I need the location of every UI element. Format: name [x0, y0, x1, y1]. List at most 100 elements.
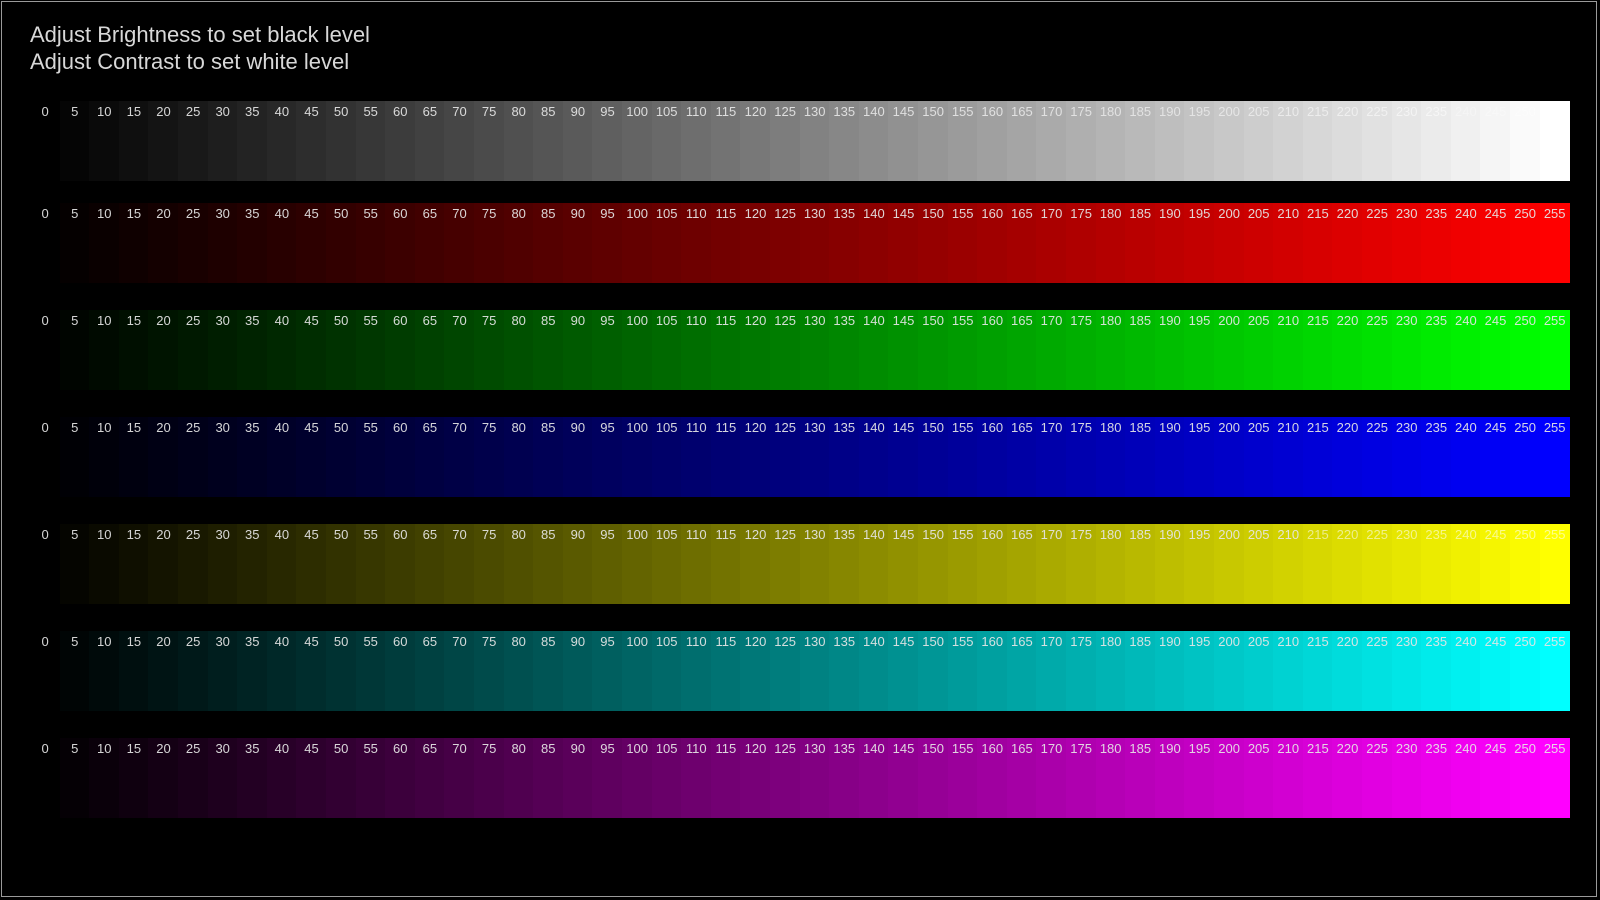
ramp-step: 195: [1184, 524, 1215, 604]
level-label: 115: [715, 527, 737, 542]
level-label: 250: [1514, 313, 1536, 328]
ramp-step: 110: [681, 417, 712, 497]
level-label: 95: [600, 313, 615, 328]
level-label: 70: [452, 313, 467, 328]
level-label: 245: [1484, 104, 1507, 119]
ramp-step: 55: [355, 203, 386, 283]
ramp-step: 45: [296, 631, 327, 711]
ramp-step: 250: [1510, 417, 1541, 497]
level-label: 130: [803, 206, 826, 221]
ramp-step: 205: [1243, 524, 1274, 604]
ramp-step: 40: [266, 738, 297, 818]
level-label: 120: [744, 104, 767, 119]
ramp-step: 40: [266, 524, 297, 604]
level-label: 0: [41, 741, 49, 756]
level-label: 80: [511, 420, 526, 435]
level-label: 145: [892, 634, 915, 649]
level-label: 30: [215, 634, 230, 649]
ramp-step: 245: [1480, 203, 1511, 283]
level-label: 100: [626, 206, 648, 221]
level-label: 90: [570, 313, 586, 328]
level-label: 135: [833, 420, 856, 435]
ramp-step: 90: [562, 738, 593, 818]
level-label: 100: [626, 527, 648, 542]
level-label: 200: [1218, 313, 1240, 328]
ramp-step: 25: [178, 417, 209, 497]
ramp-step: 150: [918, 203, 949, 283]
ramp-step: 115: [710, 631, 741, 711]
level-label: 55: [363, 313, 378, 328]
ramp-step: 120: [740, 101, 771, 181]
level-label: 90: [570, 741, 586, 756]
level-label: 35: [245, 420, 260, 435]
level-label: 125: [774, 420, 796, 435]
level-label: 230: [1395, 527, 1418, 542]
level-label: 35: [245, 206, 260, 221]
level-label: 10: [97, 206, 112, 221]
level-label: 205: [1247, 104, 1270, 119]
ramp-step: 195: [1184, 203, 1215, 283]
level-label: 110: [685, 634, 707, 649]
level-label: 45: [304, 420, 319, 435]
level-label: 150: [922, 206, 944, 221]
level-label: 155: [951, 420, 974, 435]
ramp-step: 145: [888, 101, 919, 181]
level-label: 125: [774, 206, 796, 221]
ramp-step: 130: [799, 738, 830, 818]
ramp-yellow: 0 5 10 15 20 25 30 35 40 45 50 55 60 65 70 75 80 85 90 95 10…: [30, 524, 1572, 604]
ramp-step: 230: [1391, 524, 1422, 604]
level-label: 115: [715, 634, 737, 649]
ramp-step: 175: [1066, 101, 1097, 181]
ramp-step: 80: [503, 631, 534, 711]
ramp-green: 0 5 10 15 20 25 30 35 40 45 50 55 60 65 70 75 80 85 90 95 10…: [30, 310, 1572, 390]
level-label: 55: [363, 634, 378, 649]
level-label: 90: [570, 104, 586, 119]
ramp-step: 125: [770, 417, 801, 497]
ramp-step: 90: [562, 310, 593, 390]
level-label: 205: [1247, 206, 1270, 221]
ramp-step: 185: [1125, 101, 1156, 181]
ramp-step: 100: [622, 203, 653, 283]
ramp-step: 170: [1036, 203, 1067, 283]
level-label: 220: [1336, 420, 1359, 435]
level-label: 170: [1040, 313, 1063, 328]
level-label: 255: [1543, 634, 1566, 649]
level-label: 200: [1218, 206, 1240, 221]
level-label: 115: [715, 420, 737, 435]
ramp-step: 75: [474, 524, 505, 604]
ramp-step: 80: [503, 101, 534, 181]
level-label: 0: [41, 634, 49, 649]
ramp-step: 35: [237, 524, 268, 604]
ramp-step: 15: [118, 203, 149, 283]
level-label: 5: [71, 104, 79, 119]
level-label: 145: [892, 104, 915, 119]
ramp-step: 75: [474, 310, 505, 390]
level-label: 35: [245, 634, 260, 649]
ramp-step: 10: [89, 203, 120, 283]
level-label: 20: [156, 741, 171, 756]
ramp-step: 95: [592, 738, 623, 818]
ramp-step: 185: [1125, 631, 1156, 711]
ramp-step: 60: [385, 524, 416, 604]
level-label: 245: [1484, 206, 1507, 221]
level-label: 180: [1099, 313, 1122, 328]
level-label: 165: [1011, 527, 1033, 542]
ramp-step: 140: [858, 631, 889, 711]
ramp-step: 80: [503, 417, 534, 497]
ramp-step: 225: [1362, 203, 1393, 283]
level-label: 145: [892, 313, 915, 328]
level-label: 170: [1040, 206, 1063, 221]
level-label: 170: [1040, 104, 1063, 119]
ramp-step: 105: [651, 310, 682, 390]
level-label: 30: [215, 420, 230, 435]
level-label: 30: [215, 206, 230, 221]
level-label: 35: [245, 527, 260, 542]
ramp-step: 175: [1066, 417, 1097, 497]
level-label: 155: [951, 634, 974, 649]
level-label: 195: [1188, 527, 1211, 542]
level-label: 175: [1070, 313, 1092, 328]
ramp-step: 125: [770, 101, 801, 181]
level-label: 245: [1484, 420, 1507, 435]
ramp-step: 170: [1036, 101, 1067, 181]
level-label: 225: [1366, 206, 1388, 221]
